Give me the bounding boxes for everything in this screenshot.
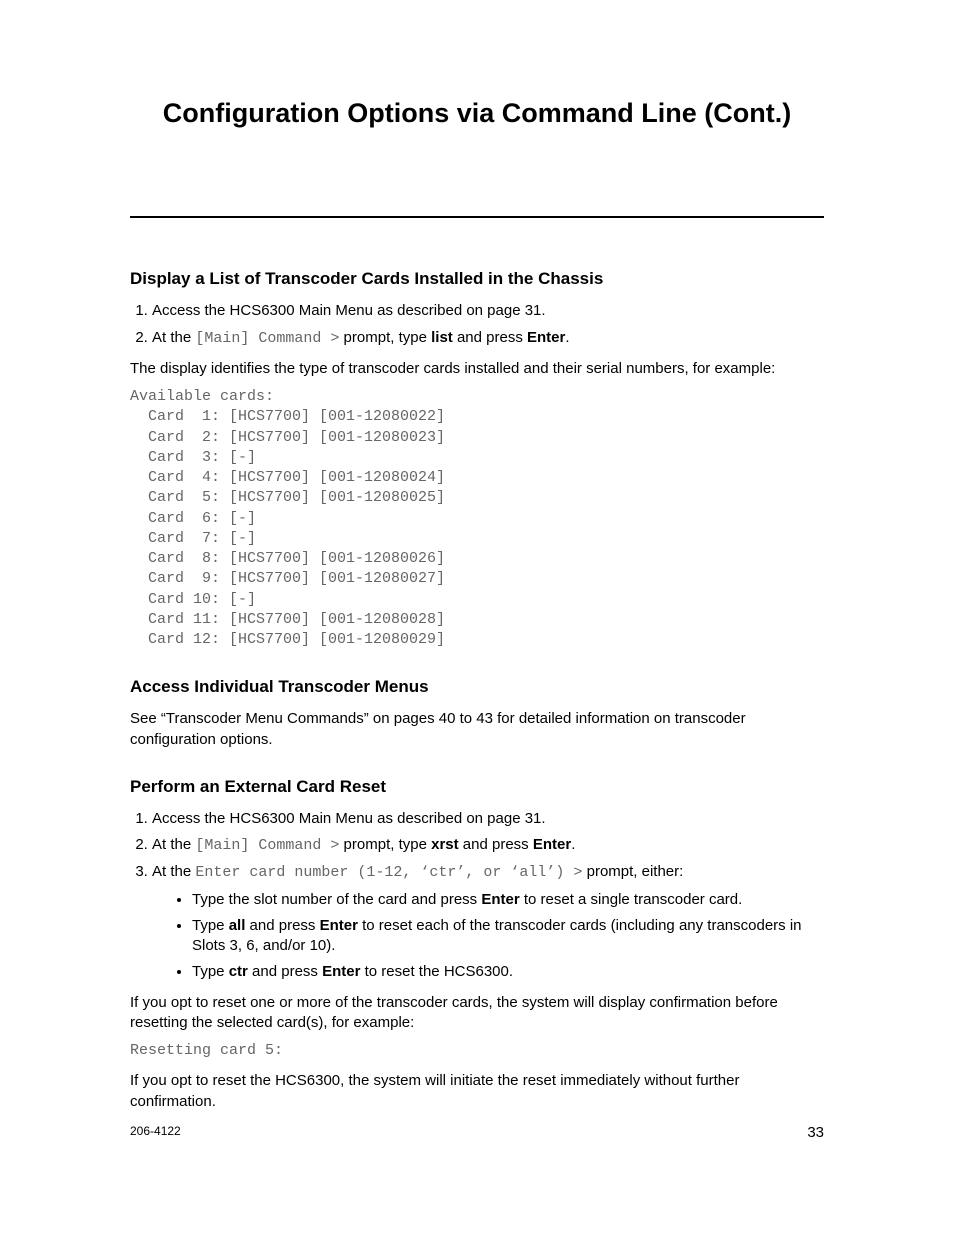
text: Type the slot number of the card and pre…	[192, 891, 481, 908]
section-display: Display a List of Transcoder Cards Insta…	[130, 268, 824, 650]
body-text: If you opt to reset one or more of the t…	[130, 993, 824, 1034]
body-text: The display identifies the type of trans…	[130, 359, 824, 379]
key-enter: Enter	[322, 963, 360, 980]
command: ctr	[229, 963, 248, 980]
command: list	[431, 329, 453, 346]
divider	[130, 216, 824, 218]
page-footer: 206-4122 33	[130, 1123, 824, 1143]
sub-item: Type the slot number of the card and pre…	[192, 890, 824, 910]
body-text: If you opt to reset the HCS6300, the sys…	[130, 1071, 824, 1112]
document-page: Configuration Options via Command Line (…	[0, 0, 954, 1235]
prompt-text: [Main] Command >	[195, 837, 339, 854]
section-reset: Perform an External Card Reset Access th…	[130, 776, 824, 1112]
text: and press	[459, 836, 533, 853]
text: and press	[453, 329, 527, 346]
section-heading: Display a List of Transcoder Cards Insta…	[130, 268, 824, 291]
text: At the	[152, 329, 195, 346]
document-number: 206-4122	[130, 1123, 181, 1139]
page-number: 33	[807, 1123, 824, 1143]
step: Access the HCS6300 Main Menu as describe…	[152, 809, 824, 829]
text: to reset the HCS6300.	[360, 963, 513, 980]
text: prompt, type	[339, 836, 431, 853]
key-enter: Enter	[481, 891, 519, 908]
text: to reset a single transcoder card.	[520, 891, 743, 908]
key-enter: Enter	[533, 836, 571, 853]
section-heading: Perform an External Card Reset	[130, 776, 824, 799]
key-enter: Enter	[527, 329, 565, 346]
prompt-text: [Main] Command >	[195, 330, 339, 347]
prompt-text: Enter card number (1-12, ‘ctr’, or ‘all’…	[195, 864, 582, 881]
sub-item: Type all and press Enter to reset each o…	[192, 916, 824, 957]
step: Access the HCS6300 Main Menu as describe…	[152, 301, 824, 321]
terminal-output: Available cards: Card 1: [HCS7700] [001-…	[130, 387, 824, 650]
section-access: Access Individual Transcoder Menus See “…	[130, 676, 824, 749]
text: Type	[192, 917, 229, 934]
step: At the Enter card number (1-12, ‘ctr’, o…	[152, 862, 824, 982]
step-list: Access the HCS6300 Main Menu as describe…	[130, 301, 824, 349]
text: At the	[152, 836, 195, 853]
text: and press	[248, 963, 322, 980]
text: At the	[152, 863, 195, 880]
text: and press	[245, 917, 319, 934]
text: .	[565, 329, 569, 346]
text: prompt, either:	[582, 863, 683, 880]
body-text: See “Transcoder Menu Commands” on pages …	[130, 709, 824, 750]
step: At the [Main] Command > prompt, type xrs…	[152, 835, 824, 856]
sub-item: Type ctr and press Enter to reset the HC…	[192, 962, 824, 982]
text: .	[571, 836, 575, 853]
page-title: Configuration Options via Command Line (…	[130, 95, 824, 131]
step: At the [Main] Command > prompt, type lis…	[152, 328, 824, 349]
terminal-output: Resetting card 5:	[130, 1041, 824, 1061]
sub-list: Type the slot number of the card and pre…	[152, 890, 824, 983]
step-list: Access the HCS6300 Main Menu as describe…	[130, 809, 824, 983]
text: prompt, type	[339, 329, 431, 346]
key-enter: Enter	[320, 917, 358, 934]
command: all	[229, 917, 246, 934]
text: Type	[192, 963, 229, 980]
section-heading: Access Individual Transcoder Menus	[130, 676, 824, 699]
command: xrst	[431, 836, 459, 853]
